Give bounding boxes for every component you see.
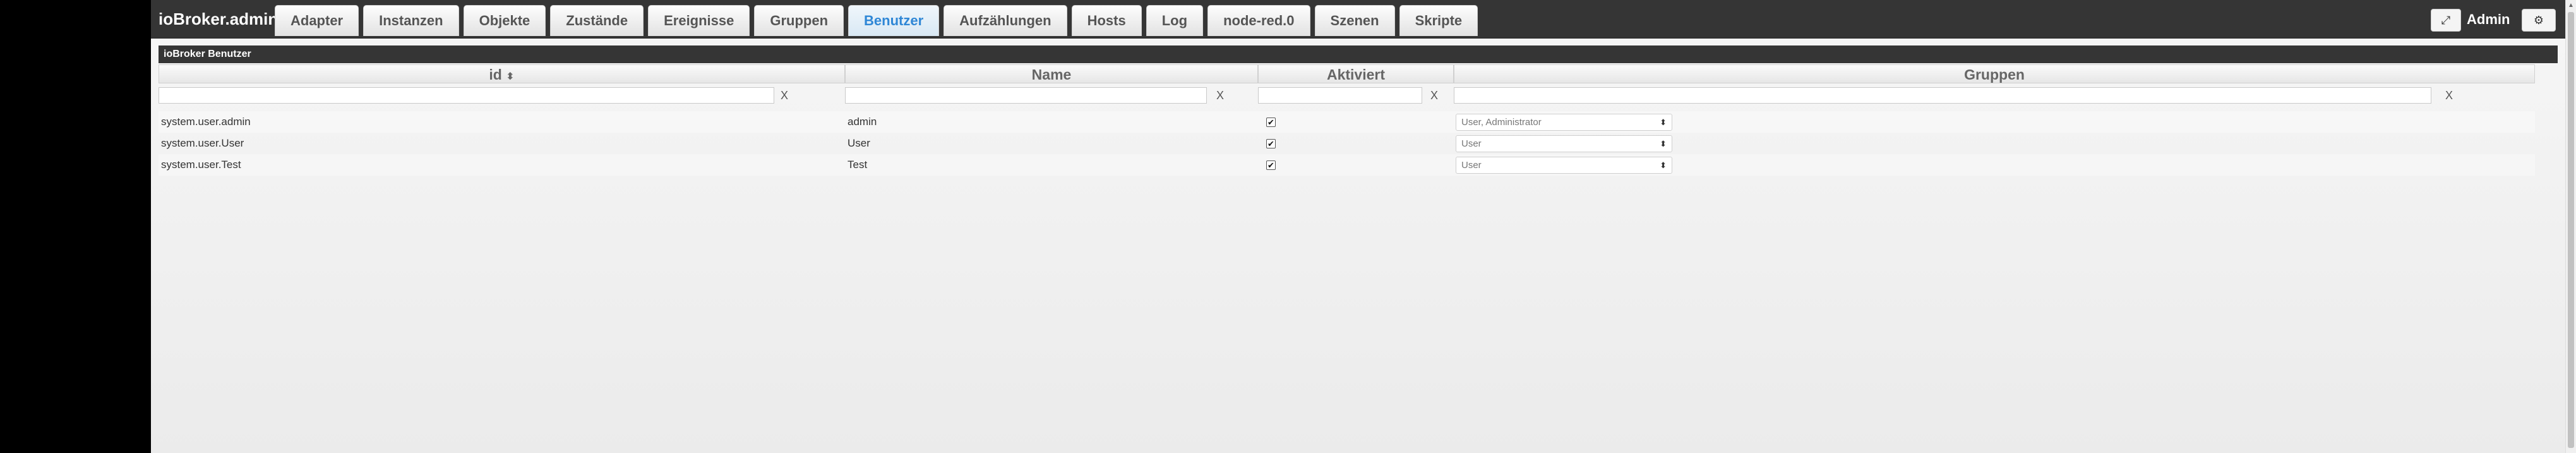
tab-objekte[interactable]: Objekte bbox=[463, 5, 546, 36]
cell-user-id: system.user.User bbox=[161, 137, 244, 149]
filter-enabled-input[interactable] bbox=[1258, 87, 1422, 104]
tab-ereignisse[interactable]: Ereignisse bbox=[648, 5, 750, 36]
cell-user-name: Test bbox=[848, 159, 868, 171]
filter-groups-clear[interactable]: X bbox=[2441, 87, 2457, 104]
sort-icon: ⬍ bbox=[506, 71, 515, 82]
tab-bar: Adapter Instanzen Objekte Zustände Ereig… bbox=[275, 5, 1482, 38]
filter-enabled-clear[interactable]: X bbox=[1426, 87, 1442, 104]
filter-id-input[interactable] bbox=[159, 87, 774, 104]
table-body: system.user.admin admin ✔ User, Administ… bbox=[159, 111, 2535, 177]
filter-name-input[interactable] bbox=[845, 87, 1207, 104]
table-row[interactable]: system.user.Test Test ✔ User ⬍ bbox=[159, 154, 2535, 176]
cell-user-name: admin bbox=[848, 116, 877, 128]
groups-select[interactable]: User ⬍ bbox=[1456, 157, 1672, 174]
panel-title: ioBroker Benutzer bbox=[159, 45, 2558, 63]
column-header-groups[interactable]: Gruppen bbox=[1454, 64, 2535, 83]
column-header-id[interactable]: id ⬍ bbox=[159, 64, 845, 83]
filter-id-clear[interactable]: X bbox=[776, 87, 793, 104]
column-header-enabled[interactable]: Aktiviert bbox=[1258, 64, 1454, 83]
groups-select-value: User bbox=[1461, 160, 1482, 171]
admin-app: ioBroker.admin Adapter Instanzen Objekte… bbox=[151, 0, 2565, 453]
expand-button[interactable]: ⤢ bbox=[2431, 9, 2461, 32]
select-caret-icon: ⬍ bbox=[1660, 139, 1667, 148]
select-caret-icon: ⬍ bbox=[1660, 118, 1667, 127]
users-grid: id ⬍ Name Aktiviert Gruppen X X X X syst… bbox=[159, 64, 2535, 177]
tab-benutzer[interactable]: Benutzer bbox=[848, 5, 940, 36]
groups-select[interactable]: User ⬍ bbox=[1456, 135, 1672, 152]
tab-instanzen[interactable]: Instanzen bbox=[363, 5, 459, 36]
groups-select[interactable]: User, Administrator ⬍ bbox=[1456, 114, 1672, 131]
tab-node-red[interactable]: node-red.0 bbox=[1207, 5, 1310, 36]
enabled-checkbox[interactable]: ✔ bbox=[1266, 160, 1276, 170]
tab-hosts[interactable]: Hosts bbox=[1071, 5, 1142, 36]
column-header-name[interactable]: Name bbox=[845, 64, 1258, 83]
tab-adapter[interactable]: Adapter bbox=[275, 5, 359, 36]
tab-aufzaehlungen[interactable]: Aufzählungen bbox=[944, 5, 1067, 36]
groups-select-value: User, Administrator bbox=[1461, 117, 1542, 128]
tab-gruppen[interactable]: Gruppen bbox=[754, 5, 844, 36]
table-row[interactable]: system.user.admin admin ✔ User, Administ… bbox=[159, 111, 2535, 133]
settings-button[interactable]: ⚙ bbox=[2522, 9, 2556, 32]
column-header-id-label: id bbox=[489, 66, 502, 83]
top-bar: ioBroker.admin Adapter Instanzen Objekte… bbox=[151, 0, 2565, 39]
table-row[interactable]: system.user.User User ✔ User ⬍ bbox=[159, 133, 2535, 154]
enabled-checkbox[interactable]: ✔ bbox=[1266, 139, 1276, 148]
scrollbar-thumb[interactable] bbox=[2568, 12, 2574, 448]
cell-user-id: system.user.Test bbox=[161, 159, 241, 171]
brand-title: ioBroker.admin bbox=[159, 9, 279, 28]
filter-groups-input[interactable] bbox=[1454, 87, 2431, 104]
select-caret-icon: ⬍ bbox=[1660, 160, 1667, 170]
expand-icon: ⤢ bbox=[2441, 14, 2451, 27]
groups-select-value: User bbox=[1461, 138, 1482, 149]
page-scrollbar[interactable]: ▲ bbox=[2565, 0, 2576, 453]
tab-skripte[interactable]: Skripte bbox=[1399, 5, 1478, 36]
tab-szenen[interactable]: Szenen bbox=[1314, 5, 1395, 36]
tab-log[interactable]: Log bbox=[1146, 5, 1204, 36]
gear-icon: ⚙ bbox=[2533, 14, 2544, 27]
filter-name-clear[interactable]: X bbox=[1212, 87, 1228, 104]
scroll-up-icon[interactable]: ▲ bbox=[2566, 0, 2576, 11]
cell-user-name: User bbox=[848, 137, 870, 149]
cell-user-id: system.user.admin bbox=[161, 116, 251, 128]
enabled-checkbox[interactable]: ✔ bbox=[1266, 118, 1276, 127]
tab-zustaende[interactable]: Zustände bbox=[550, 5, 644, 36]
current-user: Admin bbox=[2467, 11, 2510, 27]
